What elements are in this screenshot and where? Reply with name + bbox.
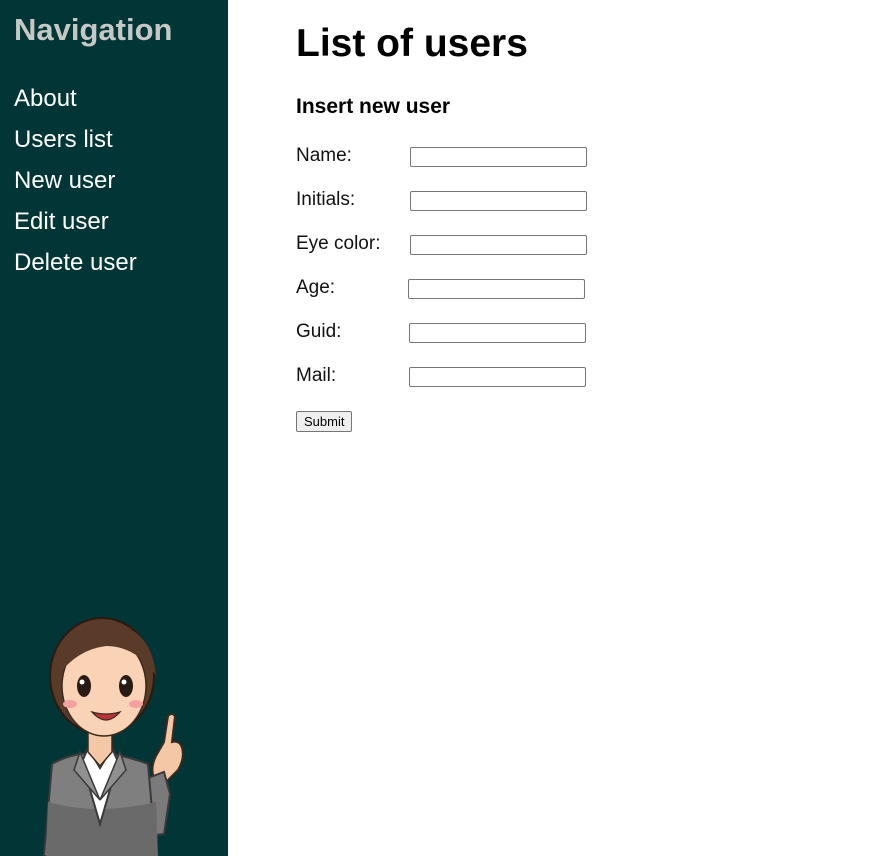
mail-label: Mail: [296,365,337,386]
nav-link-edit-user[interactable]: Edit user [14,208,109,235]
eye-color-label: Eye color: [296,233,381,254]
nav-title: Navigation [14,12,173,47]
pointing-businesswoman-icon [42,617,184,856]
page-title: List of users [296,22,528,65]
nav-list: About Users list New user Edit user Dele… [14,82,137,287]
guid-field[interactable] [409,323,586,343]
form-title: Insert new user [296,95,451,118]
nav-link-new-user[interactable]: New user [14,167,115,194]
name-field[interactable] [410,147,587,167]
sidebar: Navigation About Users list New user Edi… [0,0,228,856]
name-label: Name: [296,145,352,166]
nav-item-delete-user: Delete user [14,246,137,287]
nav-link-delete-user[interactable]: Delete user [14,249,137,276]
nav-item-edit-user: Edit user [14,205,137,246]
nav-item-new-user: New user [14,164,137,205]
nav-link-users-list[interactable]: Users list [14,126,113,153]
age-label: Age: [296,277,336,298]
nav-item-users-list: Users list [14,123,137,164]
initials-label: Initials: [296,189,356,210]
eye-color-field[interactable] [410,235,587,255]
nav-item-about: About [14,82,137,123]
nav-link-about[interactable]: About [14,85,77,112]
guid-label: Guid: [296,321,342,342]
initials-field[interactable] [410,191,587,211]
age-field[interactable] [408,279,585,299]
submit-button[interactable]: Submit [296,411,353,432]
mail-field[interactable] [409,367,586,387]
